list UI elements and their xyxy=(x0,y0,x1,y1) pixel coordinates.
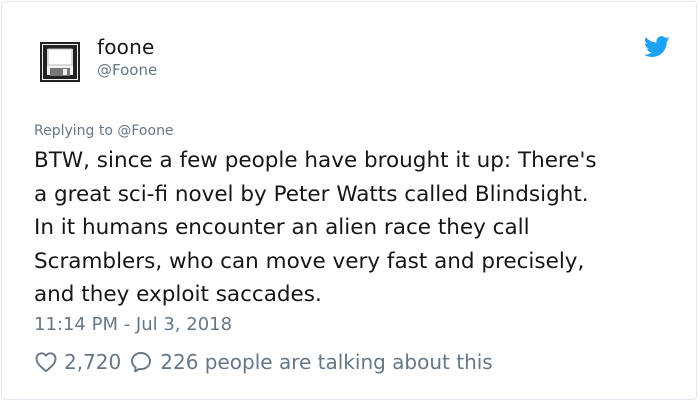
heart-icon[interactable] xyxy=(34,350,58,374)
twitter-bird-icon[interactable] xyxy=(643,36,670,58)
tweet-text-line: In it humans encounter an alien race the… xyxy=(34,215,530,240)
author-name[interactable]: foone xyxy=(97,35,155,59)
talking-link[interactable]: 226 people are talking about this xyxy=(160,350,492,374)
tweet-actions: 2,720 226 people are talking about this xyxy=(34,346,493,378)
floppy-disk-icon xyxy=(40,42,80,82)
tweet-text-line: Scramblers, who can move very fast and p… xyxy=(34,248,585,274)
tweet-text-line: and they exploit saccades. xyxy=(34,282,322,307)
tweet-text-line: a great sci-fi novel by Peter Watts call… xyxy=(34,181,589,207)
likes-count[interactable]: 2,720 xyxy=(64,350,121,374)
replying-to[interactable]: Replying to @Foone xyxy=(34,123,174,139)
tweet-card: foone @Foone Replying to @Foone BTW, sin… xyxy=(1,1,697,400)
tweet-timestamp[interactable]: 11:14 PM - Jul 3, 2018 xyxy=(34,314,232,335)
tweet-text: BTW, since a few people have brought it … xyxy=(34,144,674,312)
reply-bubble-icon[interactable] xyxy=(129,350,153,374)
tweet-text-line: BTW, since a few people have brought it … xyxy=(34,148,597,173)
avatar[interactable] xyxy=(40,42,80,82)
author-handle[interactable]: @Foone xyxy=(97,61,157,79)
